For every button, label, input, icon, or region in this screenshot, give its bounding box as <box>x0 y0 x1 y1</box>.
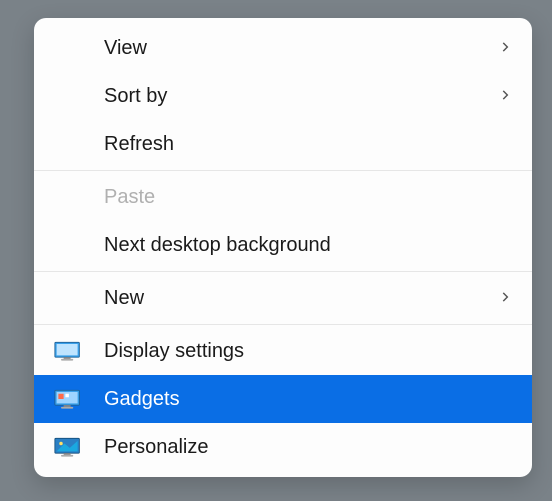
menu-item-label: Paste <box>104 186 512 209</box>
menu-item-new[interactable]: New <box>34 274 532 322</box>
menu-item-personalize[interactable]: Personalize <box>34 423 532 471</box>
chevron-right-icon <box>498 86 512 107</box>
menu-item-label: Display settings <box>104 340 512 363</box>
menu-item-label: Sort by <box>104 85 498 108</box>
gadgets-icon <box>54 387 104 411</box>
chevron-right-icon <box>498 288 512 309</box>
menu-item-display-settings[interactable]: Display settings <box>34 327 532 375</box>
personalize-icon <box>54 435 104 459</box>
menu-item-label: Personalize <box>104 436 512 459</box>
menu-item-label: New <box>104 287 498 310</box>
menu-item-label: Next desktop background <box>104 234 512 257</box>
menu-item-refresh[interactable]: Refresh <box>34 120 532 168</box>
menu-item-gadgets[interactable]: Gadgets <box>34 375 532 423</box>
menu-item-label: View <box>104 37 498 60</box>
menu-item-label: Gadgets <box>104 388 512 411</box>
menu-separator <box>34 324 532 325</box>
menu-item-sort-by[interactable]: Sort by <box>34 72 532 120</box>
chevron-right-icon <box>498 38 512 59</box>
monitor-icon <box>54 339 104 363</box>
menu-separator <box>34 271 532 272</box>
menu-item-label: Refresh <box>104 133 512 156</box>
menu-separator <box>34 170 532 171</box>
menu-item-paste: Paste <box>34 173 532 221</box>
menu-item-view[interactable]: View <box>34 24 532 72</box>
menu-item-next-desktop-background[interactable]: Next desktop background <box>34 221 532 269</box>
desktop-context-menu: View Sort by Refresh Paste Next desktop … <box>34 18 532 477</box>
